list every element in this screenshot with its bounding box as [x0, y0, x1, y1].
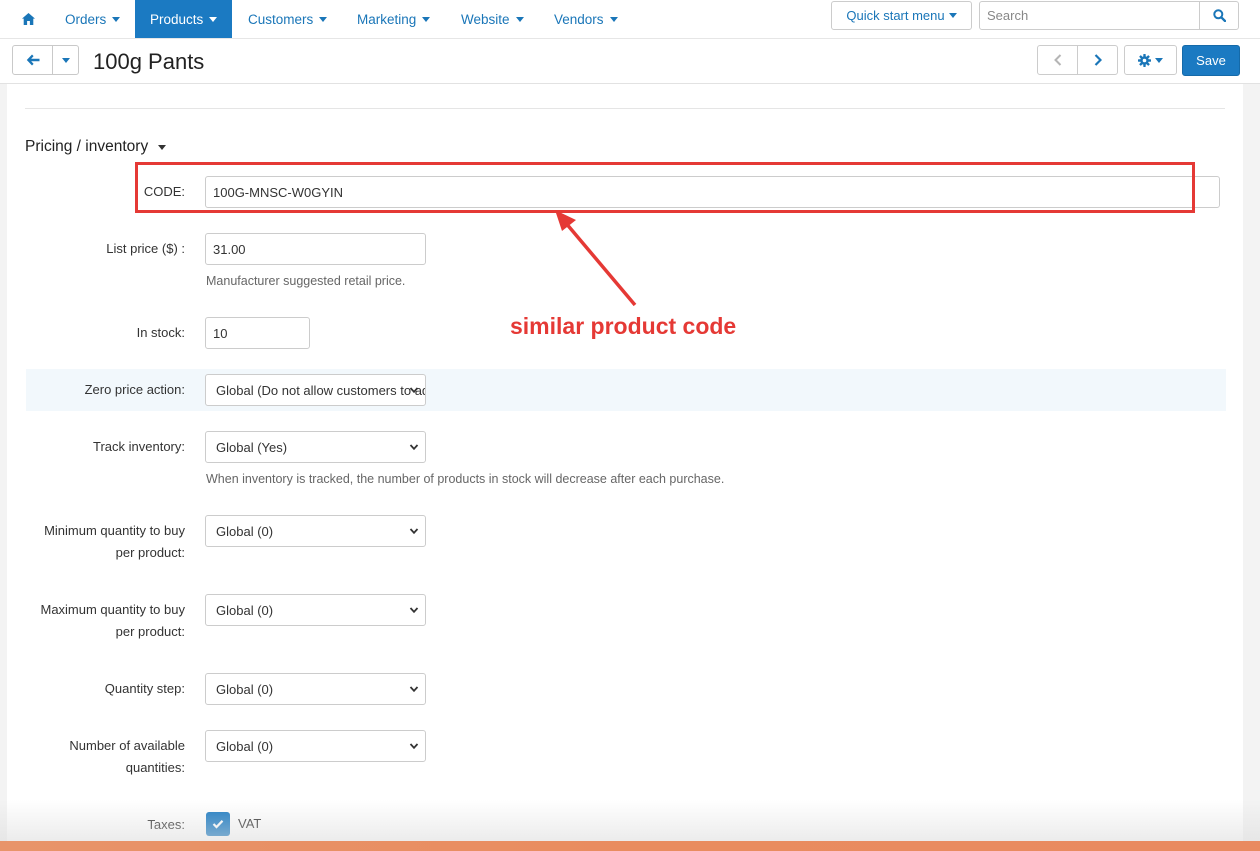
max-qty-value: Global (0) [216, 602, 274, 618]
chevron-down-icon [948, 13, 957, 18]
chevron-down-icon [61, 57, 70, 63]
available-qty-label-line1: Number of available [69, 738, 185, 753]
min-qty-value: Global (0) [216, 523, 274, 539]
search-button[interactable] [1199, 1, 1239, 30]
settings-menu-button[interactable] [1124, 45, 1177, 75]
chevron-down-icon [409, 444, 419, 451]
min-qty-label-line1: Minimum quantity to buy [44, 523, 185, 538]
chevron-down-icon [409, 743, 419, 750]
qty-step-label: Quantity step: [104, 681, 185, 696]
arrow-left-icon [26, 54, 39, 66]
back-button[interactable] [12, 45, 53, 75]
min-qty-label: Minimum quantity to buy per product: [44, 520, 185, 564]
annotation-highlight-box [135, 162, 1195, 213]
search-icon [1212, 9, 1226, 22]
track-inventory-label: Track inventory: [93, 439, 185, 454]
zero-price-action-value: Global (Do not allow customers to add th… [216, 382, 425, 398]
available-qty-label-line2: quantities: [125, 760, 185, 775]
available-qty-select[interactable]: Global (0) [205, 730, 426, 762]
top-navigation: Orders Products Customers Marketing Webs… [0, 0, 1260, 39]
zero-price-action-select[interactable]: Global (Do not allow customers to add th… [205, 374, 426, 406]
chevron-down-icon [209, 16, 218, 22]
chevron-down-icon [515, 16, 524, 22]
min-qty-label-line2: per product: [115, 545, 185, 560]
back-dropdown-button[interactable] [52, 45, 79, 75]
checkmark-icon [212, 820, 224, 829]
zero-price-action-label: Zero price action: [84, 382, 185, 397]
home-icon[interactable] [12, 0, 44, 38]
available-qty-label: Number of available quantities: [69, 735, 185, 779]
available-qty-value: Global (0) [216, 738, 274, 754]
nav-products-label: Products [150, 11, 204, 27]
section-title: Pricing / inventory [25, 138, 149, 155]
min-qty-select[interactable]: Global (0) [205, 515, 426, 547]
chevron-down-icon [409, 528, 419, 535]
vat-label: VAT [238, 816, 262, 831]
chevron-down-icon [422, 16, 431, 22]
nav-customers-label: Customers [248, 11, 314, 27]
divider [25, 108, 1225, 109]
quick-start-label: Quick start menu [846, 8, 945, 23]
taxes-label: Taxes: [147, 817, 185, 832]
page-title: 100g Pants [93, 49, 205, 74]
in-stock-input[interactable]: 10 [205, 317, 310, 349]
chevron-right-icon [1094, 54, 1102, 66]
chevron-down-icon [112, 16, 121, 22]
chevron-left-icon [1053, 54, 1061, 66]
chevron-down-icon [409, 387, 419, 394]
bottom-strip [0, 841, 1260, 851]
chevron-down-icon [409, 607, 419, 614]
vat-checkbox[interactable] [206, 812, 230, 836]
caret-down-icon [158, 144, 167, 150]
max-qty-label-line1: Maximum quantity to buy [40, 602, 185, 617]
nav-vendors-label: Vendors [554, 11, 604, 27]
track-inventory-value: Global (Yes) [216, 439, 288, 455]
annotation-arrow-icon [555, 210, 637, 307]
nav-orders[interactable]: Orders [65, 0, 121, 38]
title-bar: 100g Pants Save [0, 39, 1260, 84]
max-qty-label-line2: per product: [115, 624, 185, 639]
qty-step-value: Global (0) [216, 681, 274, 697]
quick-start-menu-button[interactable]: Quick start menu [831, 1, 972, 30]
section-toggle-pricing-inventory[interactable]: Pricing / inventory [25, 138, 167, 156]
list-price-input[interactable]: 31.00 [205, 233, 426, 265]
nav-website[interactable]: Website [461, 0, 524, 38]
search-input[interactable] [979, 1, 1200, 30]
previous-product-button[interactable] [1037, 45, 1078, 75]
nav-customers[interactable]: Customers [248, 0, 328, 38]
track-inventory-help: When inventory is tracked, the number of… [206, 472, 725, 486]
nav-orders-label: Orders [65, 11, 107, 27]
nav-marketing-label: Marketing [357, 11, 417, 27]
chevron-down-icon [1155, 57, 1163, 63]
next-product-button[interactable] [1077, 45, 1118, 75]
save-button[interactable]: Save [1182, 45, 1240, 76]
track-inventory-select[interactable]: Global (Yes) [205, 431, 426, 463]
chevron-down-icon [319, 16, 328, 22]
gear-icon [1138, 53, 1151, 67]
in-stock-label: In stock: [136, 325, 185, 340]
annotation-text: similar product code [510, 313, 737, 339]
max-qty-select[interactable]: Global (0) [205, 594, 426, 626]
nav-website-label: Website [461, 11, 510, 27]
nav-products[interactable]: Products [135, 0, 233, 38]
chevron-down-icon [609, 16, 618, 22]
chevron-down-icon [409, 686, 419, 693]
nav-vendors[interactable]: Vendors [554, 0, 618, 38]
list-price-help: Manufacturer suggested retail price. [206, 274, 406, 288]
list-price-label: List price ($) : [106, 241, 185, 256]
qty-step-select[interactable]: Global (0) [205, 673, 426, 705]
nav-marketing[interactable]: Marketing [357, 0, 431, 38]
max-qty-label: Maximum quantity to buy per product: [40, 599, 185, 643]
